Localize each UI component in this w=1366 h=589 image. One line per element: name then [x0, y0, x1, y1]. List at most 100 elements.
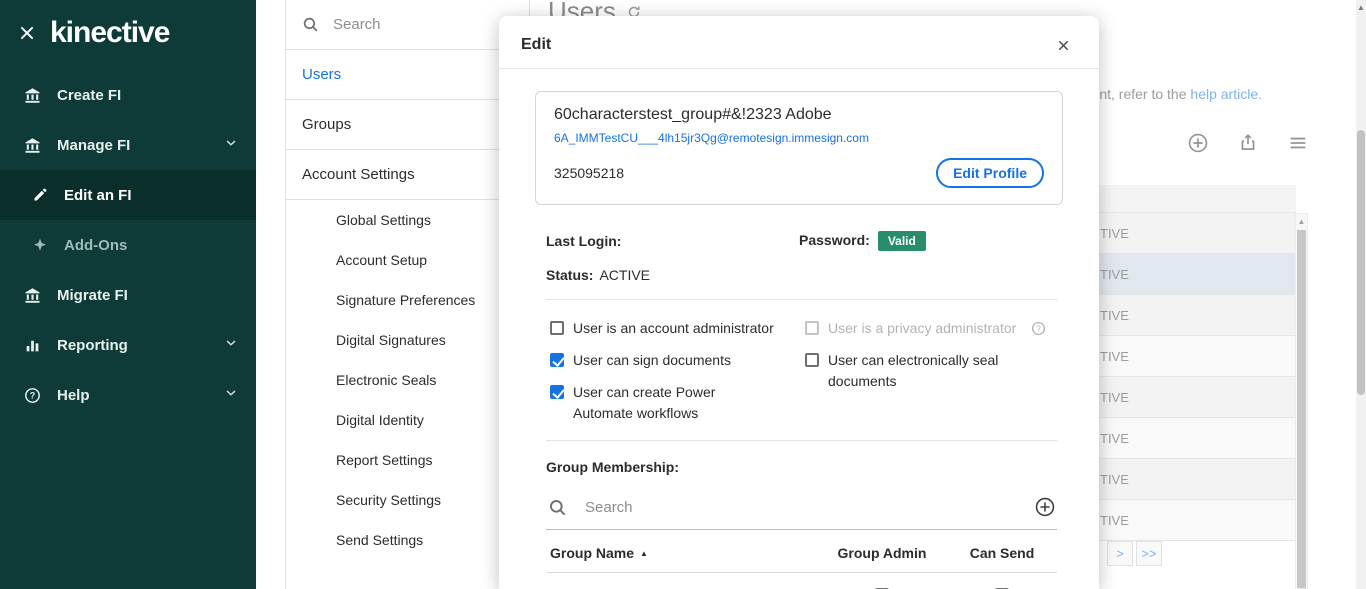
column-group-admin: Group Admin [817, 545, 947, 561]
user-email-link[interactable]: 6A_IMMTestCU___4lh15jr3Qg@remotesign.imm… [554, 131, 1044, 145]
group-membership-table: Group Name Group Admin Can Send Default … [546, 530, 1057, 589]
sidebar-item-label: Reporting [57, 337, 128, 354]
divider [546, 299, 1057, 300]
status-value: ACTIVE [599, 267, 650, 283]
panel-search[interactable] [286, 0, 529, 50]
pencil-icon [32, 187, 48, 203]
primary-sidebar: kinective Create FI Manage FI Edit an FI… [0, 0, 256, 589]
checkbox [805, 321, 819, 335]
nav-item-groups[interactable]: Groups [286, 100, 529, 150]
chevron-down-icon [224, 336, 238, 354]
search-icon [302, 16, 319, 33]
edit-profile-button[interactable]: Edit Profile [936, 158, 1044, 188]
nav-item-label: Send Settings [336, 532, 423, 548]
bank-icon [24, 287, 41, 304]
group-name-cell: Default Group [550, 586, 817, 589]
checkbox-label: User is an account administrator [573, 318, 774, 339]
bank-gear-icon [24, 137, 41, 154]
profile-card: 60characterstest_group#&!2323 Adobe 6A_I… [535, 91, 1063, 205]
group-search [546, 489, 1057, 530]
nav-item-report-settings[interactable]: Report Settings [286, 440, 529, 480]
nav-item-security-settings[interactable]: Security Settings [286, 480, 529, 520]
checkbox-column-left: User is an account administrator User ca… [550, 318, 805, 424]
modal-header: Edit [499, 16, 1099, 69]
checkbox-account-administrator[interactable]: User is an account administrator [550, 318, 805, 339]
sidebar-item-create-fi[interactable]: Create FI [0, 70, 256, 120]
last-login-field: Last Login: [546, 233, 799, 249]
checkbox-electronic-seal[interactable]: User can electronically seal documents [805, 350, 1057, 392]
help-circle-icon: ? [24, 387, 41, 404]
permission-checkboxes: User is an account administrator User ca… [499, 318, 1099, 424]
app-window: kinective Create FI Manage FI Edit an FI… [0, 0, 1366, 589]
nav-item-label: Signature Preferences [336, 292, 475, 308]
checkbox-label: User can sign documents [573, 350, 731, 371]
nav-item-digital-signatures[interactable]: Digital Signatures [286, 320, 529, 360]
sparkle-icon [32, 237, 48, 253]
sidebar-item-reporting[interactable]: Reporting [0, 320, 256, 370]
sidebar-item-manage-fi[interactable]: Manage FI [0, 120, 256, 170]
primary-nav: Create FI Manage FI Edit an FI Add-Ons M… [0, 70, 256, 420]
bar-chart-icon [24, 337, 41, 354]
nav-item-digital-identity[interactable]: Digital Identity [286, 400, 529, 440]
sidebar-item-label: Help [57, 387, 90, 404]
checkbox-privacy-administrator: User is a privacy administrator ? [805, 318, 1057, 339]
add-group-button[interactable] [1035, 497, 1055, 517]
user-fields: Last Login: Password: Valid Status: ACTIVE [499, 231, 1099, 283]
checkbox-can-sign[interactable]: User can sign documents [550, 350, 805, 371]
group-membership-heading: Group Membership: [546, 459, 1057, 475]
sidebar-item-add-ons[interactable]: Add-Ons [0, 220, 256, 270]
nav-item-signature-preferences[interactable]: Signature Preferences [286, 280, 529, 320]
sidebar-item-help[interactable]: ? Help [0, 370, 256, 420]
chevron-down-icon [224, 136, 238, 154]
close-icon[interactable] [1056, 38, 1071, 53]
checkbox[interactable] [550, 385, 564, 399]
plus-circle-icon [1035, 497, 1055, 517]
password-label: Password: [799, 232, 870, 248]
last-login-label: Last Login: [546, 233, 621, 249]
group-row-default: Default Group [546, 573, 1057, 589]
sidebar-item-migrate-fi[interactable]: Migrate FI [0, 270, 256, 320]
edit-user-modal: Edit 60characterstest_group#&!2323 Adobe… [499, 16, 1099, 589]
nav-item-account-setup[interactable]: Account Setup [286, 240, 529, 280]
checkbox[interactable] [550, 353, 564, 367]
sidebar-item-label: Add-Ons [64, 237, 127, 254]
sidebar-item-edit-an-fi[interactable]: Edit an FI [0, 170, 256, 220]
column-group-name[interactable]: Group Name [550, 545, 817, 561]
panel-search-input[interactable] [333, 16, 483, 33]
password-field: Password: Valid [799, 231, 1057, 251]
checkbox[interactable] [550, 321, 564, 335]
column-can-send: Can Send [947, 545, 1057, 561]
nav-item-label: Digital Identity [336, 412, 424, 428]
sidebar-item-label: Manage FI [57, 137, 130, 154]
nav-item-label: Report Settings [336, 452, 433, 468]
close-menu-icon[interactable] [18, 24, 36, 42]
checkbox-column-right: User is a privacy administrator ? User c… [805, 318, 1057, 424]
nav-item-account-settings[interactable]: Account Settings [286, 150, 529, 200]
status-label: Status: [546, 267, 593, 283]
nav-item-label: Electronic Seals [336, 372, 436, 388]
user-name: 60characterstest_group#&!2323 Adobe [554, 106, 1044, 124]
nav-item-send-settings[interactable]: Send Settings [286, 520, 529, 560]
nav-item-label: Users [302, 66, 341, 83]
group-table-header: Group Name Group Admin Can Send [546, 530, 1057, 573]
nav-item-electronic-seals[interactable]: Electronic Seals [286, 360, 529, 400]
nav-item-label: Global Settings [336, 212, 431, 228]
account-settings-children: Global Settings Account Setup Signature … [286, 200, 529, 560]
search-icon [548, 498, 567, 517]
browser-scrollbar[interactable]: ▲ [1356, 0, 1366, 589]
info-help-icon[interactable]: ? [1031, 321, 1046, 336]
sidebar-item-label: Edit an FI [64, 187, 132, 204]
modal-title: Edit [521, 36, 551, 54]
chevron-down-icon [224, 386, 238, 404]
checkbox-power-automate[interactable]: User can create Power Automate workflows [550, 382, 805, 424]
checkbox[interactable] [805, 353, 819, 367]
scroll-up-icon[interactable]: ▲ [1356, 0, 1366, 14]
nav-item-label: Digital Signatures [336, 332, 446, 348]
password-status-badge: Valid [878, 231, 926, 251]
scrollbar-thumb[interactable] [1357, 130, 1365, 395]
nav-item-global-settings[interactable]: Global Settings [286, 200, 529, 240]
nav-item-users[interactable]: Users [286, 50, 529, 100]
group-search-input[interactable] [585, 499, 1017, 516]
bank-icon [24, 87, 41, 104]
nav-item-label: Groups [302, 116, 351, 133]
